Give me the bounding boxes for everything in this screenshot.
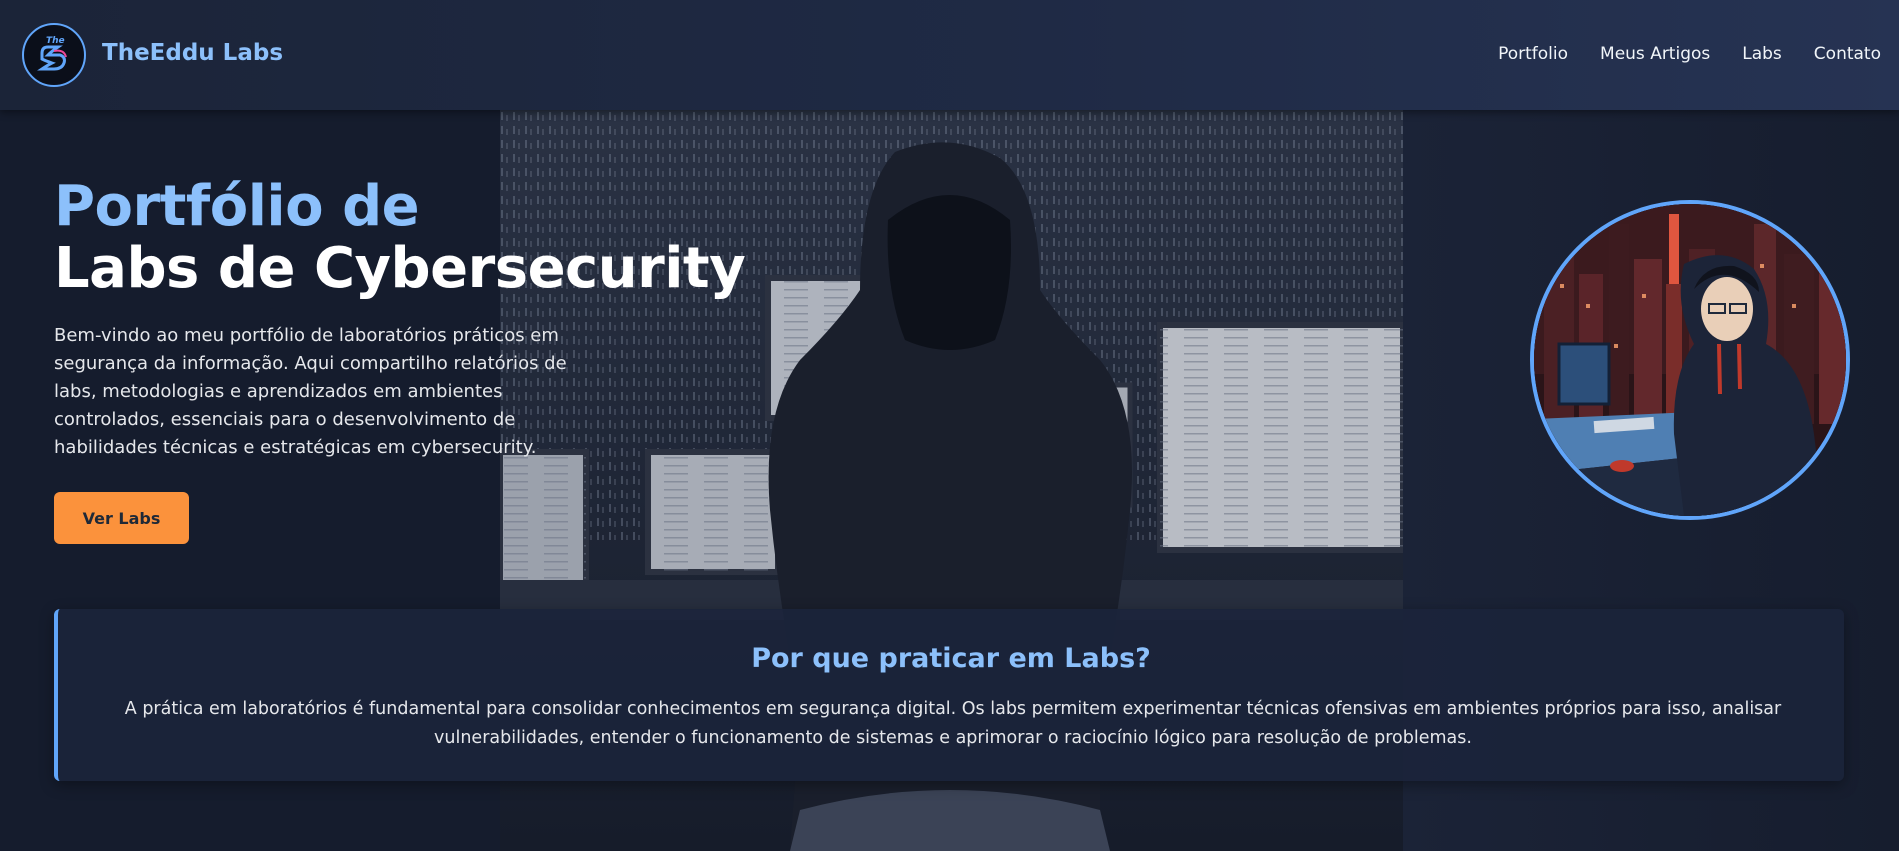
hero-title-line2: Labs de Cybersecurity <box>54 236 746 301</box>
profile-avatar <box>1530 200 1850 520</box>
main-nav: Portfolio Meus Artigos Labs Contato <box>1498 44 1881 64</box>
why-labs-text: A prática em laboratórios é fundamental … <box>124 699 1782 748</box>
why-labs-card: Por que praticar em Labs? A prática em l… <box>54 609 1844 781</box>
nav-link-contato[interactable]: Contato <box>1814 44 1881 64</box>
hero-title: Portfólio de Labs de Cybersecurity <box>54 174 746 301</box>
nav-link-meus-artigos[interactable]: Meus Artigos <box>1600 44 1710 64</box>
logo-icon: The <box>26 27 82 83</box>
why-labs-title: Por que praticar em Labs? <box>751 643 1151 674</box>
avatar-illustration <box>1534 204 1846 516</box>
hero-description: Bem-vindo ao meu portfólio de laboratóri… <box>54 325 567 458</box>
hero-title-line1: Portfólio de <box>54 174 420 239</box>
brand-name[interactable]: TheEddu Labs <box>102 40 283 66</box>
logo-text: The <box>46 36 65 46</box>
site-header: The TheEddu Labs Portfolio Meus Artigos … <box>0 0 1899 110</box>
ver-labs-button[interactable]: Ver Labs <box>54 492 189 544</box>
nav-link-labs[interactable]: Labs <box>1742 44 1782 64</box>
nav-link-portfolio[interactable]: Portfolio <box>1498 44 1568 64</box>
brand-logo[interactable]: The <box>22 23 86 87</box>
